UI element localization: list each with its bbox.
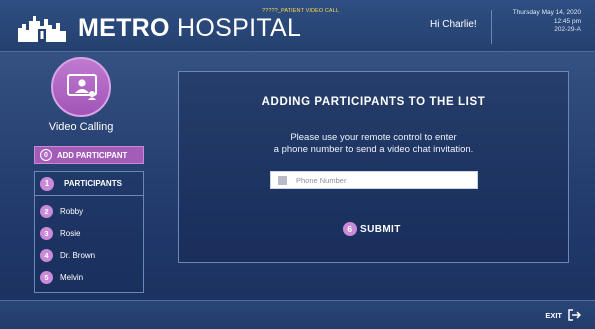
submit-button[interactable]: 6 SUBMIT (343, 222, 401, 236)
phone-icon (278, 175, 287, 185)
participant-name: Melvin (60, 273, 84, 282)
participants-header[interactable]: 1 PARTICIPANTS (35, 172, 143, 196)
city-skyline-icon (18, 16, 66, 42)
phone-number-field[interactable] (270, 171, 478, 189)
date-text: Thursday May 14, 2020 (512, 9, 581, 16)
participant-name: Robby (60, 207, 84, 216)
participant-item-rosie[interactable]: 3 Rosie (40, 227, 80, 240)
participant-item-robby[interactable]: 2 Robby (40, 205, 83, 218)
participant-number-badge: 5 (40, 271, 53, 284)
add-participant-dialog: ADDING PARTICIPANTS TO THE LIST Please u… (178, 71, 569, 263)
hospital-tv-screen: METRO HOSPITAL ?????_PATIENT VIDEO CALL … (0, 0, 595, 329)
dialog-instructions: Please use your remote control to enter … (179, 132, 568, 156)
add-participant-button[interactable]: 0 ADD PARTICIPANT (34, 146, 144, 164)
exit-button[interactable]: EXIT (545, 309, 581, 321)
brand-light: HOSPITAL (169, 14, 302, 42)
instruction-line-2: a phone number to send a video chat invi… (273, 144, 474, 155)
add-participant-label: ADD PARTICIPANT (57, 150, 128, 160)
participants-panel: 1 PARTICIPANTS 2 Robby 3 Rosie 4 Dr. Bro… (34, 171, 144, 293)
room-number: 202-29-A (554, 26, 581, 33)
submit-label: SUBMIT (360, 223, 401, 235)
time-text: 12:45 pm (553, 17, 581, 25)
participant-number-badge: 2 (40, 205, 53, 218)
header-divider (491, 10, 492, 44)
submit-number-badge: 6 (343, 222, 357, 236)
participant-name: Rosie (60, 229, 81, 238)
user-greeting: Hi Charlie! (430, 19, 477, 30)
participants-number-badge: 1 (40, 176, 54, 191)
participant-number-badge: 4 (40, 249, 53, 262)
exit-label: EXIT (545, 310, 562, 320)
datetime-block: Thursday May 14, 2020 12:45 pm 202-29-A (513, 9, 581, 35)
screen-tag: ?????_PATIENT VIDEO CALL (262, 8, 339, 14)
video-calling-label: Video Calling (48, 121, 114, 133)
video-calling-tile[interactable] (51, 57, 111, 117)
dialog-title: ADDING PARTICIPANTS TO THE LIST (261, 96, 486, 108)
add-participant-number-badge: 0 (40, 149, 52, 161)
participant-name: Dr. Brown (60, 251, 96, 260)
footer-bar: EXIT (0, 300, 595, 329)
exit-icon (568, 309, 581, 321)
phone-number-input[interactable] (296, 175, 466, 185)
participant-number-badge: 3 (40, 227, 53, 240)
participants-header-label: PARTICIPANTS (64, 179, 122, 188)
brand-bold: METRO (78, 14, 170, 42)
brand-title: METRO HOSPITAL (78, 14, 301, 42)
header-bar: METRO HOSPITAL ?????_PATIENT VIDEO CALL … (0, 0, 595, 52)
video-call-icon (67, 74, 97, 100)
instruction-line-1: Please use your remote control to enter (290, 132, 457, 143)
participant-item-melvin[interactable]: 5 Melvin (40, 271, 83, 284)
participant-item-dr-brown[interactable]: 4 Dr. Brown (40, 249, 95, 262)
